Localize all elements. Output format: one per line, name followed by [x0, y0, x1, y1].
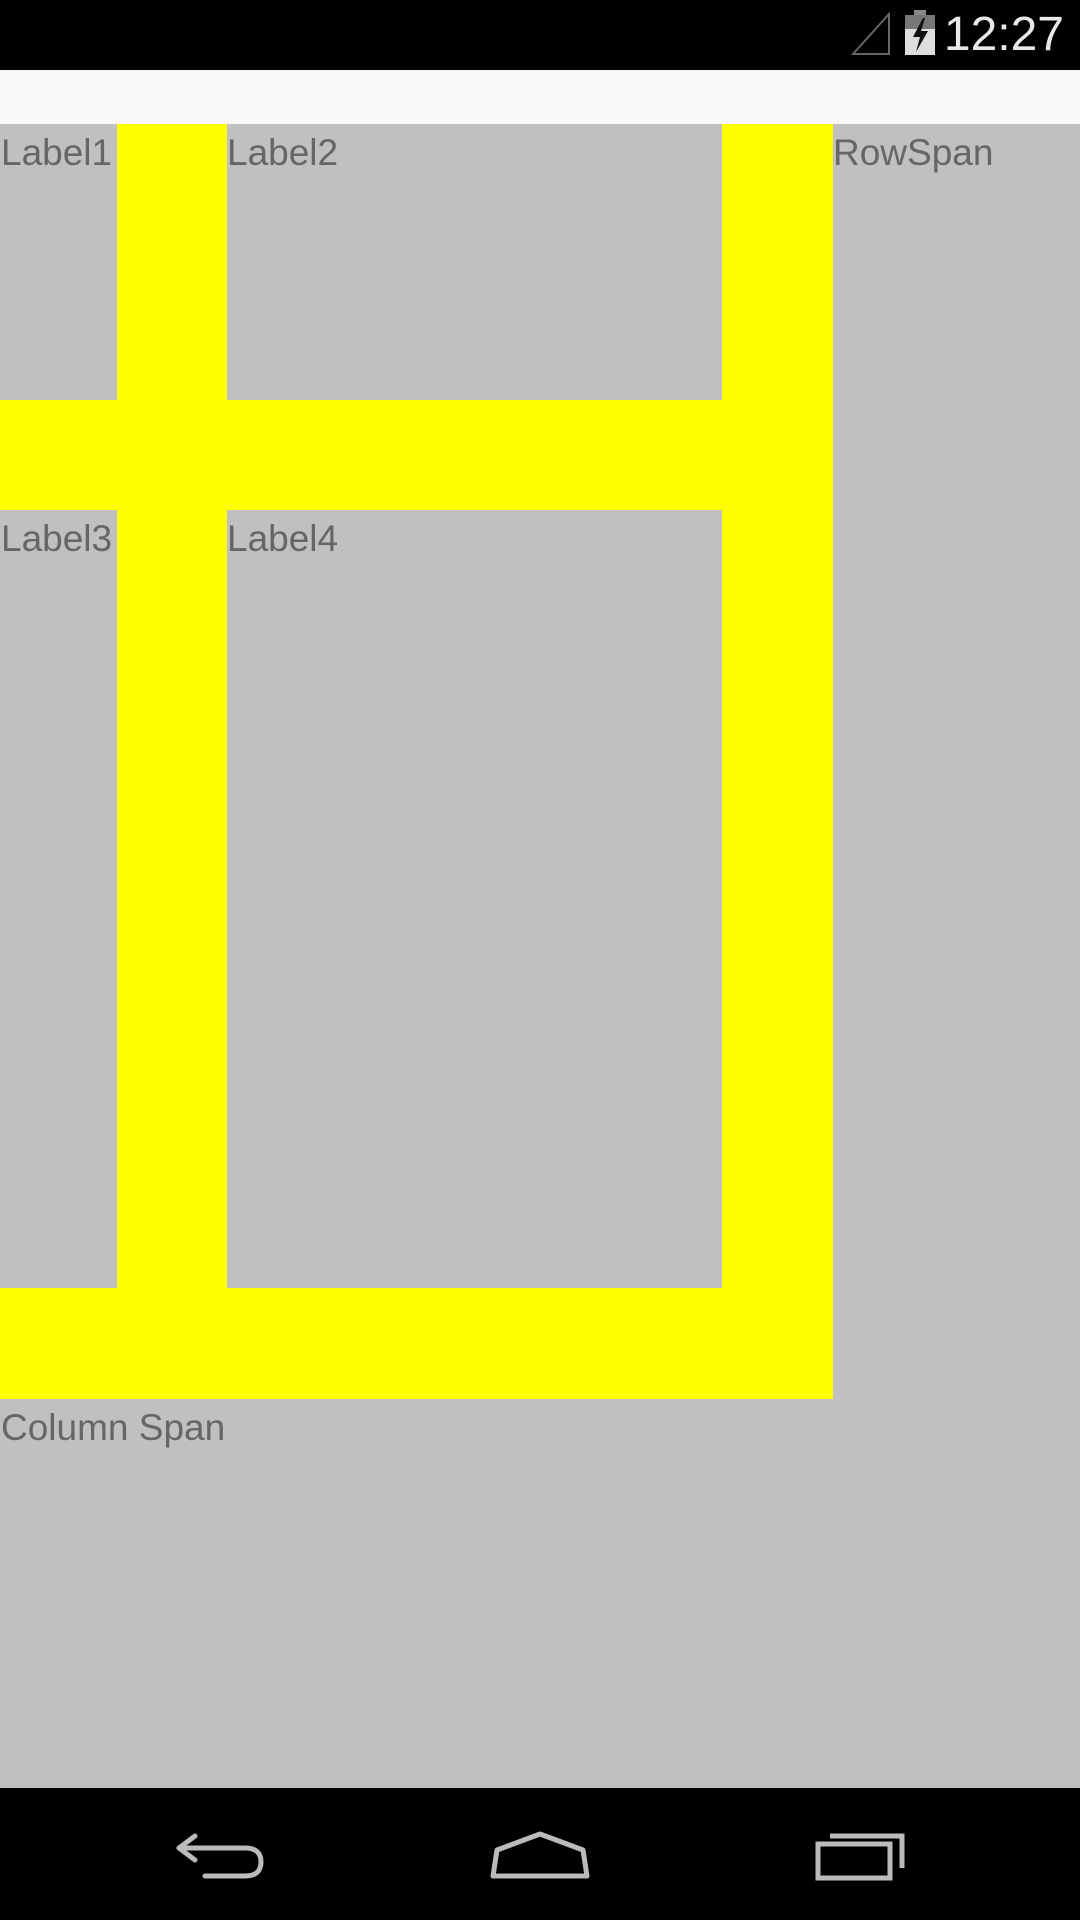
back-icon[interactable]	[165, 1814, 275, 1894]
action-bar	[0, 70, 1080, 124]
column-spacer-1	[117, 124, 227, 1399]
label1: Label1	[1, 132, 113, 173]
label4: Label4	[227, 518, 339, 559]
label2: Label2	[227, 132, 339, 173]
recents-icon[interactable]	[810, 1814, 920, 1894]
row-spacer-2	[0, 1288, 833, 1399]
column-span-label: Column Span	[1, 1407, 226, 1448]
status-bar: 12:27	[0, 0, 1080, 70]
grid-layout: Label1 Label2 RowSpan Label3 Label4 Colu…	[0, 124, 1080, 1788]
battery-charging-icon	[904, 10, 936, 56]
column-spacer-2	[722, 124, 833, 1399]
signal-icon	[850, 11, 891, 56]
label3: Label3	[1, 518, 113, 559]
status-time: 12:27	[943, 8, 1064, 61]
home-icon[interactable]	[485, 1814, 595, 1894]
navigation-bar	[0, 1788, 1080, 1920]
row-span-label: RowSpan	[833, 132, 994, 173]
row-spacer-1	[0, 400, 833, 510]
